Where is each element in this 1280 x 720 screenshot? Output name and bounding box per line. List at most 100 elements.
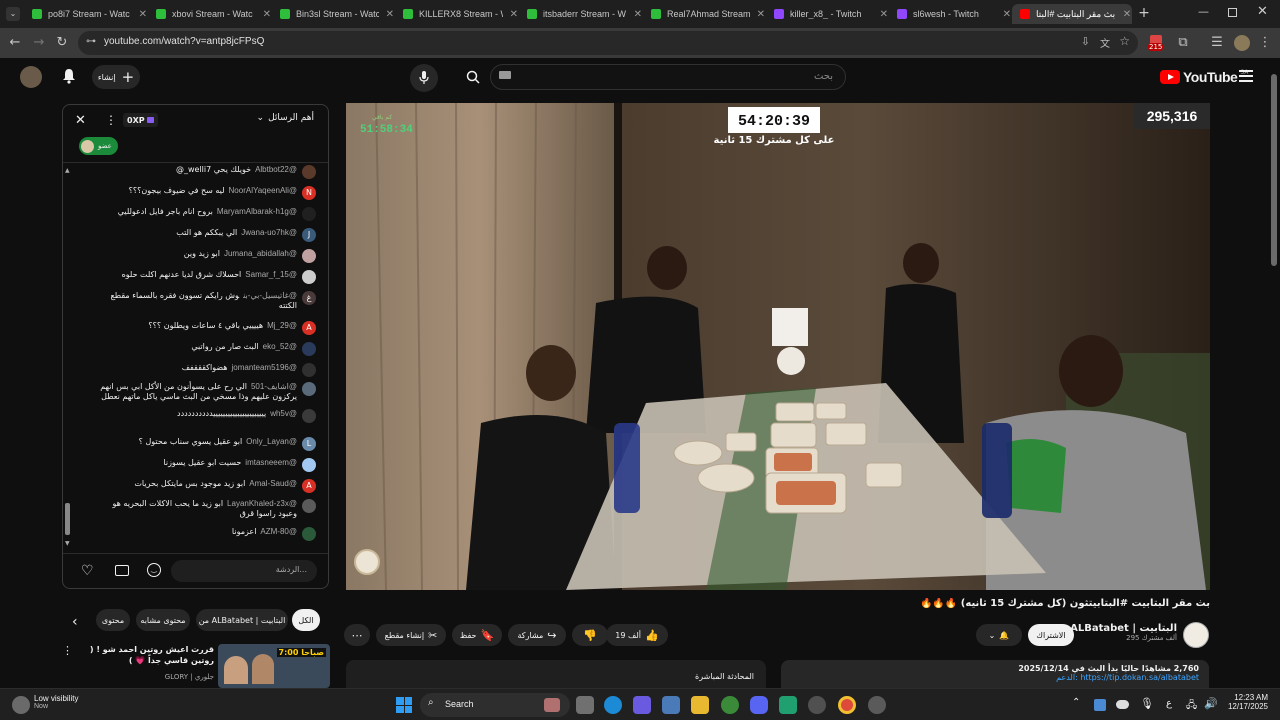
chat-author-name[interactable]: @Amal-Saud	[249, 479, 297, 488]
obs-icon[interactable]	[808, 696, 826, 714]
chat-author-avatar[interactable]	[302, 527, 316, 541]
subscribed-button[interactable]: الاشتراك	[1028, 624, 1074, 646]
file-explorer-icon[interactable]	[691, 696, 709, 714]
store-icon[interactable]	[662, 696, 680, 714]
chat-message[interactable]: @MaryamAlbarak-h1g بروح انام باجر فايل اد…	[118, 207, 316, 221]
chat-author-avatar[interactable]	[302, 499, 316, 513]
chat-scroll-down-icon[interactable]: ▼	[65, 540, 70, 547]
chat-author-avatar[interactable]	[302, 382, 316, 396]
chat-author-avatar[interactable]: J	[302, 228, 316, 242]
chat-author-avatar[interactable]	[302, 363, 316, 377]
chips-prev-icon[interactable]: ‹	[72, 614, 78, 630]
guide-menu-icon[interactable]	[1239, 70, 1253, 82]
address-bar[interactable]: ⊶ youtube.com/watch?v=antp8jcFPsQ ⇩ 文 ☆	[78, 31, 1138, 55]
settings-gear-icon[interactable]	[868, 696, 886, 714]
emoji-icon[interactable]: ‿	[147, 563, 161, 577]
chat-author-name[interactable]: @AZM-80	[260, 527, 297, 536]
chat-app-icon[interactable]	[779, 696, 797, 714]
close-chat-icon[interactable]: ✕	[75, 113, 86, 128]
chat-message[interactable]: @LayanKhaled-z3xابو زيد ما يحب الاكلات ا…	[97, 499, 316, 519]
live-chat-header[interactable]: المحادثة المباشرة	[346, 660, 766, 688]
description-link[interactable]: https://tip.dokan.sa/albatabet :الدعم	[781, 673, 1199, 682]
task-view-icon[interactable]	[576, 696, 594, 714]
chat-message[interactable]: L @Only_Layanابو عقيل يسوي سناب محتول ؟	[139, 437, 316, 451]
chrome-menu-icon[interactable]: ⋮	[1256, 34, 1274, 52]
chat-input[interactable]: الردشة...	[171, 560, 317, 582]
chat-message[interactable]: @wh5vييييييييييييييييييييييدددددددددد	[177, 409, 316, 423]
chat-message-list[interactable]: @Albtbot22خويلك يحي welli7_@ N @NoorAlYaqe…	[63, 163, 328, 547]
chat-scroll-thumb[interactable]	[65, 503, 70, 535]
chat-author-avatar[interactable]: N	[302, 186, 316, 200]
chat-message[interactable]: J @Jwana-uo7hkالي يبككم هو التب	[176, 228, 316, 242]
site-info-icon[interactable]: ⊶	[86, 36, 96, 47]
reading-list-icon[interactable]: ☰	[1208, 34, 1226, 52]
points-badge[interactable]: 0XP	[123, 113, 158, 127]
chrome-icon[interactable]	[838, 696, 856, 714]
weather-icon[interactable]	[12, 696, 30, 714]
filter-chip[interactable]: الكل	[292, 609, 320, 631]
chat-message[interactable]: @Jumana_abidallah ابو زيد وين	[184, 249, 316, 263]
chat-author-name[interactable]: @اشايف-501	[251, 382, 297, 391]
video-player[interactable]: 295,316 54:20:39 على كل مشترك 15 ثانية ك…	[346, 103, 1210, 590]
browser-tab[interactable]: KILLERX8 Stream - W ✕	[395, 4, 519, 24]
bookmark-star-icon[interactable]: ☆	[1119, 34, 1130, 48]
chat-scrollbar[interactable]: ▲ ▼	[65, 167, 71, 547]
edge-icon[interactable]	[604, 696, 622, 714]
chat-author-avatar[interactable]	[302, 409, 316, 423]
chat-author-avatar[interactable]	[302, 165, 316, 179]
reload-icon[interactable]: ↻	[53, 34, 71, 52]
chat-author-name[interactable]: @eko_52	[263, 342, 297, 351]
search-button[interactable]	[455, 64, 491, 90]
chat-message[interactable]: @Albtbot22خويلك يحي welli7_@	[176, 165, 316, 179]
chat-message[interactable]: A @Amal-Saudابو زيد موجود بس مايتكل بحريا…	[134, 479, 316, 493]
filter-chip[interactable]: محتوى	[96, 609, 130, 631]
back-icon[interactable]: ←	[6, 34, 24, 52]
close-window-button[interactable]: ✕	[1257, 4, 1268, 19]
chat-author-name[interactable]: @jomanteam5196	[232, 363, 298, 372]
chat-scroll-up-icon[interactable]: ▲	[65, 167, 70, 174]
language-indicator[interactable]: ع	[1166, 698, 1172, 709]
chat-author-avatar[interactable]	[302, 207, 316, 221]
clock[interactable]: 12:23 AM 12/17/2025	[1222, 693, 1268, 711]
tab-close-icon[interactable]: ✕	[1122, 9, 1132, 20]
scrollbar-thumb[interactable]	[1271, 74, 1277, 266]
chat-author-name[interactable]: @Samar_f_15	[245, 270, 297, 279]
youtube-logo[interactable]: YouTube SA	[1160, 69, 1248, 85]
browser-tab[interactable]: Real7Ahmad Stream ✕	[643, 4, 766, 24]
chat-message[interactable]: @jomanteam5196 هضواكقققفف	[182, 363, 316, 377]
chat-message[interactable]: A @Mj_29هييييي باقي ٤ ساعات ويطلون ؟؟؟	[148, 321, 316, 335]
chat-message[interactable]: @اشايف-501الي رح على يسوأنون من الأكل اب…	[97, 382, 316, 402]
network-icon[interactable]: 🖧	[1186, 698, 1197, 715]
clip-button[interactable]: إنشاء مقطع ✂	[376, 624, 446, 646]
browser-tab[interactable]: itsbaderr Stream - W ✕	[519, 4, 643, 24]
tab-search-icon[interactable]: ⌄	[6, 7, 20, 21]
browser-tab[interactable]: Bin3sl Stream - Watc ✕	[272, 4, 395, 24]
chat-author-name[interactable]: @Albtbot22	[255, 165, 297, 174]
chat-message[interactable]: @Samar_f_15احسلاك شرق لديا عدنهم اكلت حل…	[122, 270, 316, 284]
like-button[interactable]: 19 ألف 👍	[606, 624, 668, 646]
chat-author-name[interactable]: @imtasneeem	[245, 458, 297, 467]
tab-close-icon[interactable]: ✕	[756, 9, 766, 20]
tab-close-icon[interactable]: ✕	[509, 9, 519, 20]
account-avatar[interactable]	[20, 66, 42, 88]
share-button[interactable]: مشاركة ↪	[508, 624, 566, 646]
create-button[interactable]: إنشاء +	[92, 65, 140, 89]
forward-icon[interactable]: →	[30, 34, 48, 52]
more-actions-button[interactable]: ⋯	[344, 624, 370, 646]
install-icon[interactable]: ⇩	[1081, 35, 1090, 48]
save-button[interactable]: حفظ 🔖	[452, 624, 502, 646]
chat-message[interactable]: N @NoorAlYaqeenAli ليه سح في ضيوف بيجون؟؟؟	[129, 186, 316, 200]
super-chat-icon[interactable]	[115, 565, 129, 576]
chat-message[interactable]: @imtasneeemحسيت ابو عقيل يسوزنا	[163, 458, 316, 472]
filter-chip[interactable]: من ALBatabet | البتابيت	[196, 609, 288, 631]
minimize-button[interactable]: —	[1198, 5, 1209, 18]
chat-message[interactable]: غ @غاتيسيل-بي-بنوش رايكم تسوون فقره بالسم…	[97, 291, 316, 311]
member-chip[interactable]: عضو	[79, 137, 118, 155]
chat-author-avatar[interactable]	[302, 458, 316, 472]
chat-author-name[interactable]: @غاتيسيل-بي-بن	[243, 291, 297, 300]
page-scrollbar[interactable]	[1270, 70, 1278, 685]
tab-close-icon[interactable]: ✕	[262, 9, 272, 20]
tray-app-icon[interactable]	[1094, 699, 1106, 711]
chat-author-name[interactable]: @Jumana_abidallah	[224, 249, 297, 258]
browser-tab[interactable]: sl6wesh - Twitch ✕	[889, 4, 1012, 24]
